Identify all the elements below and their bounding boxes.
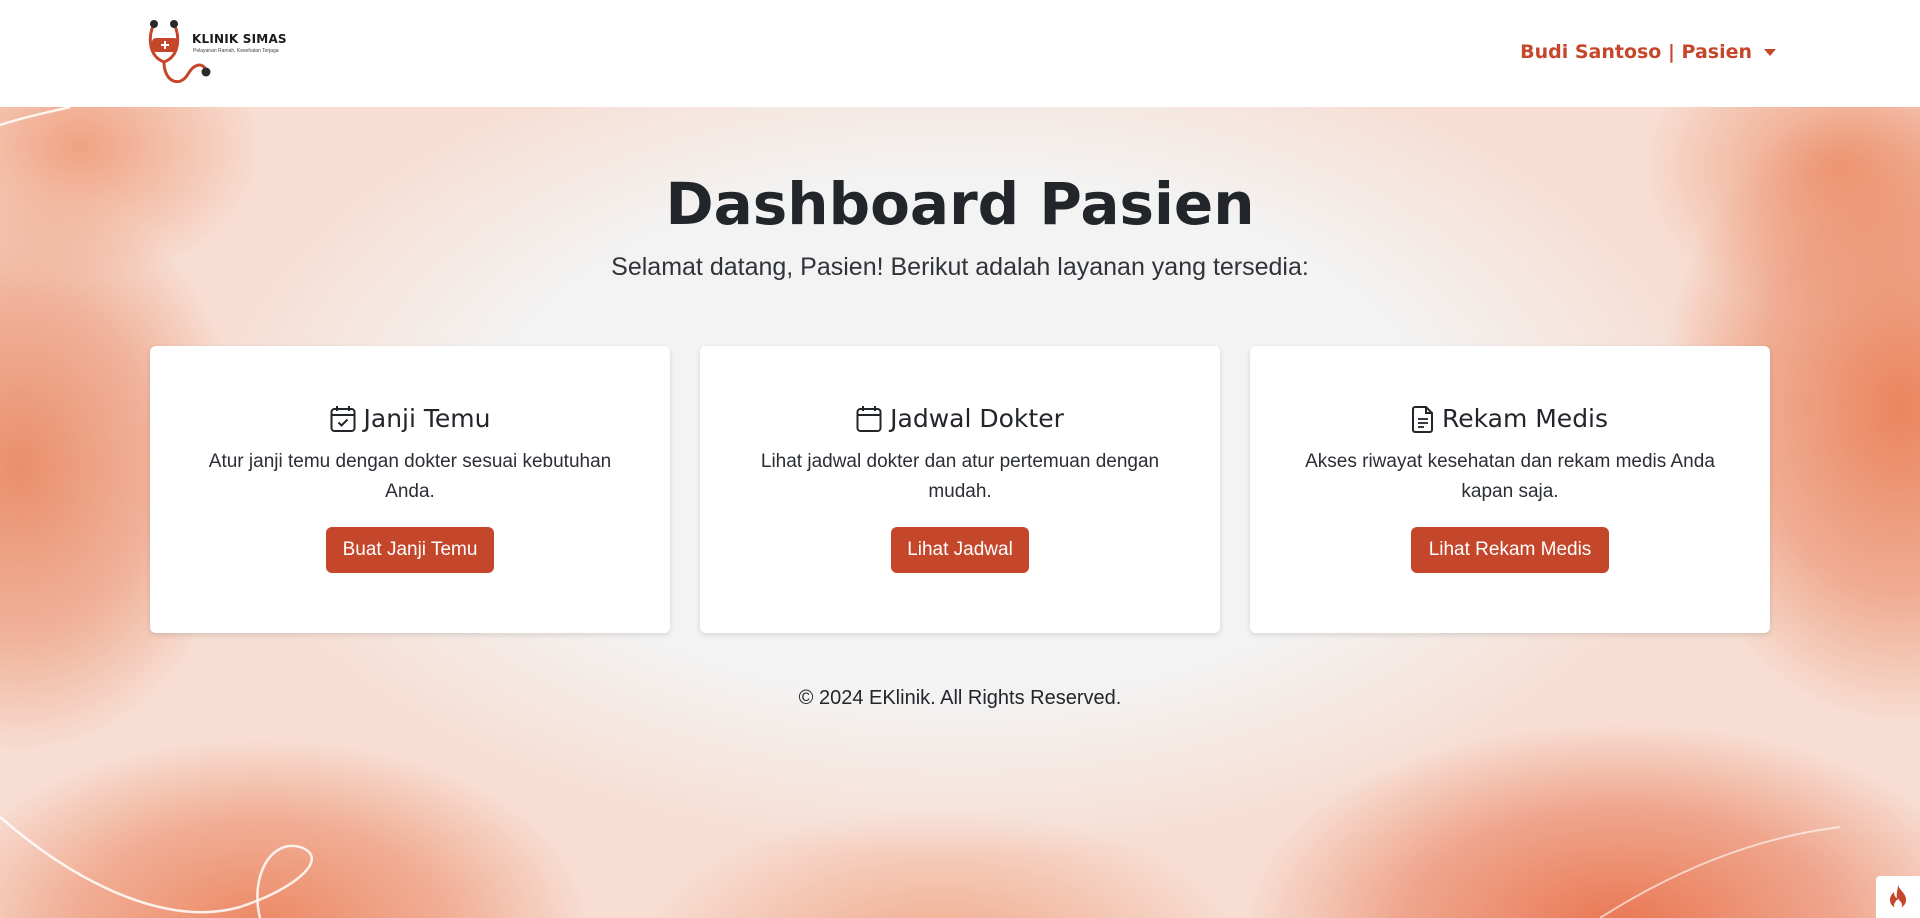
- card-title-text: Rekam Medis: [1441, 404, 1609, 433]
- card-title-text: Jadwal Dokter: [890, 404, 1064, 433]
- brand-name: KLINIK SIMAS: [192, 32, 287, 46]
- brand-logo[interactable]: KLINIK SIMAS Pelayanan Ramah, Kesehatan …: [146, 16, 296, 90]
- file-text-icon: [1411, 405, 1433, 433]
- lihat-jadwal-button[interactable]: Lihat Jadwal: [891, 527, 1029, 573]
- lihat-rekam-medis-button[interactable]: Lihat Rekam Medis: [1411, 527, 1609, 573]
- card-jadwal-dokter: Jadwal Dokter Lihat jadwal dokter dan at…: [700, 346, 1220, 633]
- user-menu-dropdown[interactable]: Budi Santoso | Pasien: [1520, 41, 1776, 63]
- chevron-down-icon: [1764, 48, 1776, 56]
- corner-widget[interactable]: [1876, 876, 1920, 918]
- card-title: Janji Temu: [150, 404, 670, 433]
- card-rekam-medis: Rekam Medis Akses riwayat kesehatan dan …: [1250, 346, 1770, 633]
- brand-tagline: Pelayanan Ramah, Kesehatan Terjaga: [193, 48, 279, 54]
- card-description: Akses riwayat kesehatan dan rekam medis …: [1305, 451, 1715, 502]
- user-menu-label: Budi Santoso | Pasien: [1520, 41, 1752, 63]
- page-subtitle: Selamat datang, Pasien! Berikut adalah l…: [611, 253, 1309, 281]
- card-janji-temu: Janji Temu Atur janji temu dengan dokter…: [150, 346, 670, 633]
- card-title-text: Janji Temu: [363, 404, 491, 433]
- calendar-icon: [856, 405, 882, 432]
- buat-janji-temu-button[interactable]: Buat Janji Temu: [326, 527, 494, 573]
- footer-copyright: © 2024 EKlinik. All Rights Reserved.: [798, 687, 1122, 709]
- card-description: Lihat jadwal dokter dan atur pertemuan d…: [760, 451, 1160, 502]
- calendar-check-icon: [330, 405, 355, 432]
- card-title: Jadwal Dokter: [700, 404, 1220, 433]
- page-title: Dashboard Pasien: [665, 170, 1255, 238]
- flame-icon: [1890, 885, 1906, 909]
- card-title: Rekam Medis: [1250, 404, 1770, 433]
- top-navbar: KLINIK SIMAS Pelayanan Ramah, Kesehatan …: [0, 0, 1920, 107]
- card-description: Atur janji temu dengan dokter sesuai keb…: [208, 451, 612, 502]
